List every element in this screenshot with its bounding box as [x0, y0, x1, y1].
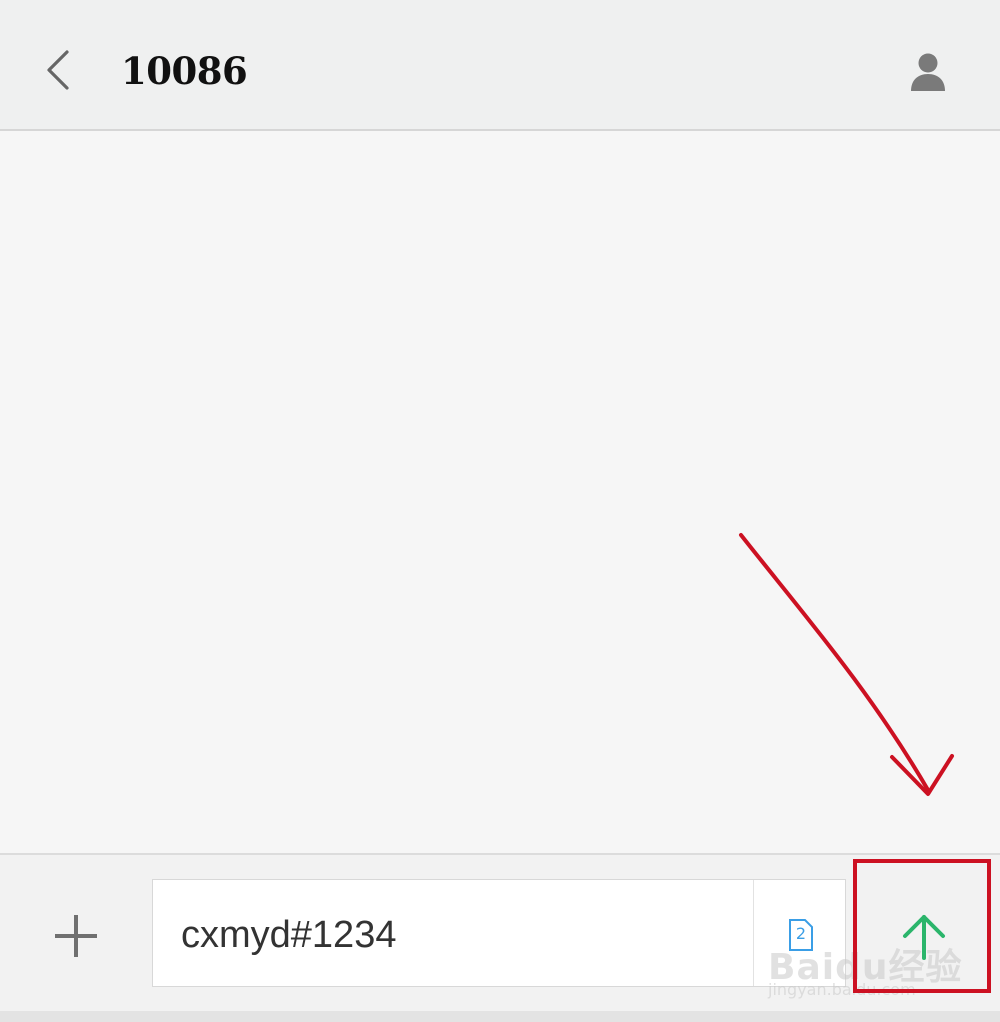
add-attachment-button[interactable] [40, 896, 112, 976]
back-button[interactable] [30, 40, 86, 100]
sim-card-selector[interactable]: 2 [787, 918, 815, 952]
bottom-divider [0, 1011, 1000, 1022]
message-input[interactable]: cxmyd#1234 2 [152, 879, 846, 987]
person-icon [911, 53, 945, 91]
contact-button[interactable] [898, 42, 958, 102]
plus-icon [55, 915, 97, 957]
chevron-left-icon [47, 50, 69, 90]
input-divider [753, 880, 754, 986]
conversation-title: 10086 [121, 49, 248, 93]
send-button[interactable] [878, 890, 970, 982]
message-input-text: cxmyd#1234 [181, 914, 397, 956]
sim-slot-number: 2 [795, 924, 807, 943]
top-bar: 10086 [0, 0, 1000, 131]
arrow-up-icon [903, 915, 945, 960]
message-list[interactable] [0, 131, 1000, 853]
